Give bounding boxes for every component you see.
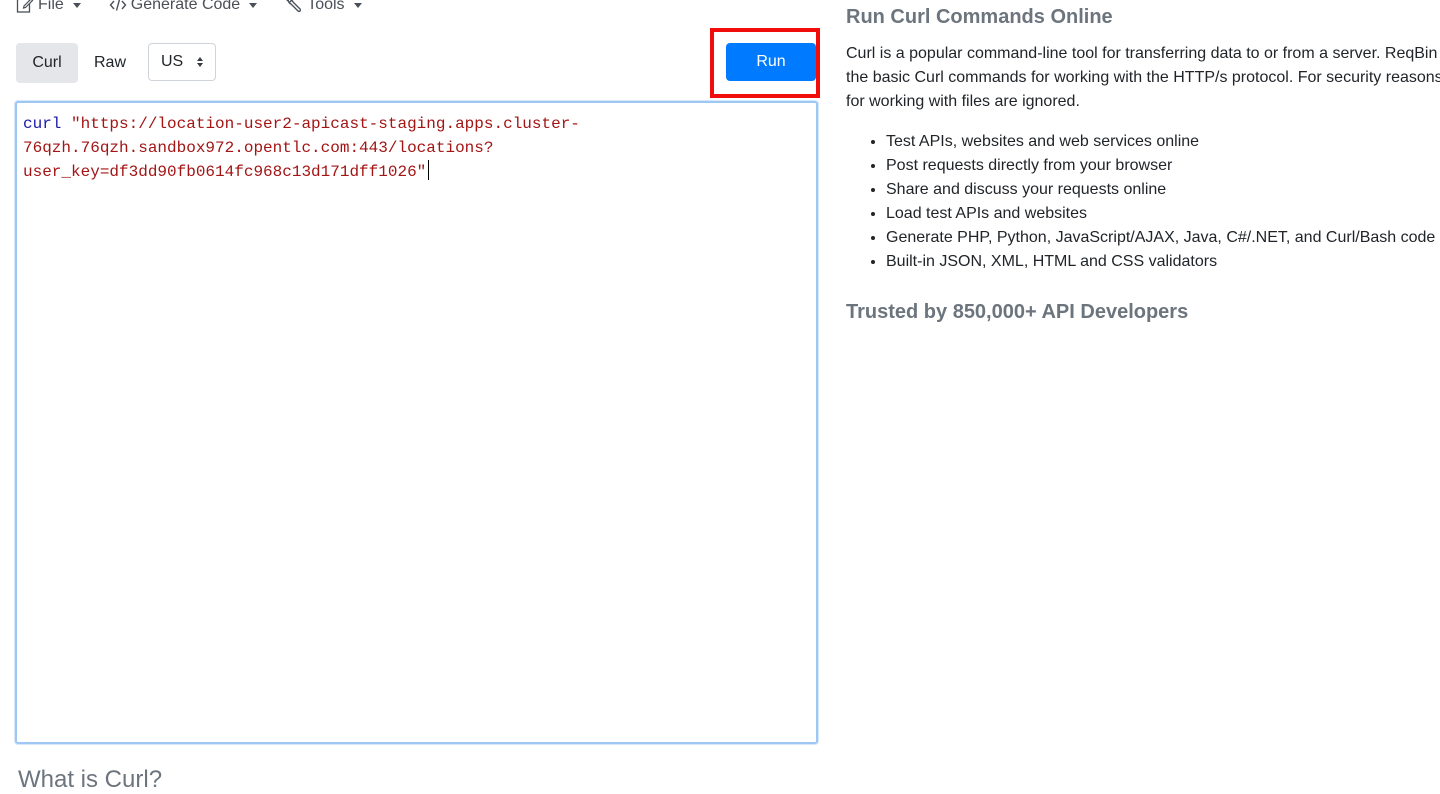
list-item: Test APIs, websites and web services onl… (886, 130, 1440, 154)
tab-curl[interactable]: Curl (16, 43, 78, 83)
file-menu-label: File (38, 0, 64, 13)
top-menu: File Generate Code Tools (16, 0, 390, 16)
description-line: for working with files are ignored. (846, 93, 1080, 110)
chevron-down-icon (353, 2, 362, 8)
chevron-down-icon (72, 2, 81, 8)
page-title: Run Curl Commands Online (846, 6, 1113, 28)
run-button[interactable]: Run (726, 43, 816, 81)
list-item: Post requests directly from your browser (886, 154, 1440, 178)
feature-list: Test APIs, websites and web services onl… (846, 130, 1440, 274)
code-text: curl "https://location-user2-apicast-sta… (23, 112, 580, 184)
list-item: Built-in JSON, XML, HTML and CSS validat… (886, 250, 1440, 274)
code-line-3: user_key=df3dd90fb0614fc968c13d171dff102… (23, 163, 427, 181)
region-select[interactable]: US (148, 43, 216, 81)
tab-raw[interactable]: Raw (78, 43, 142, 83)
trusted-heading: Trusted by 850,000+ API Developers (846, 301, 1189, 323)
text-cursor (428, 160, 430, 180)
list-item: Share and discuss your requests online (886, 178, 1440, 202)
code-icon (109, 0, 127, 11)
list-item: Generate PHP, Python, JavaScript/AJAX, J… (886, 226, 1440, 250)
region-select-value: US (161, 53, 184, 70)
code-line-1: "https://location-user2-apicast-staging.… (71, 115, 580, 133)
list-item: Load test APIs and websites (886, 202, 1440, 226)
description-line: Curl is a popular command-line tool for … (846, 45, 1438, 62)
description-line: the basic Curl commands for working with… (846, 69, 1440, 86)
generate-code-menu[interactable]: Generate Code (109, 0, 258, 14)
curl-editor[interactable]: curl "https://location-user2-apicast-sta… (15, 101, 818, 744)
code-line-2: 76qzh.76qzh.sandbox972.opentlc.com:443/l… (23, 139, 494, 157)
select-arrows-icon (197, 57, 203, 67)
wrench-icon (286, 0, 302, 13)
file-menu[interactable]: File (16, 0, 81, 14)
what-is-curl-heading: What is Curl? (18, 766, 163, 793)
description: Curl is a popular command-line tool for … (846, 42, 1440, 114)
curl-keyword: curl (23, 115, 62, 133)
tools-menu-label: Tools (307, 0, 345, 13)
edit-icon (16, 0, 34, 13)
chevron-down-icon (249, 2, 258, 8)
generate-code-label: Generate Code (130, 0, 241, 13)
tools-menu[interactable]: Tools (285, 0, 362, 14)
